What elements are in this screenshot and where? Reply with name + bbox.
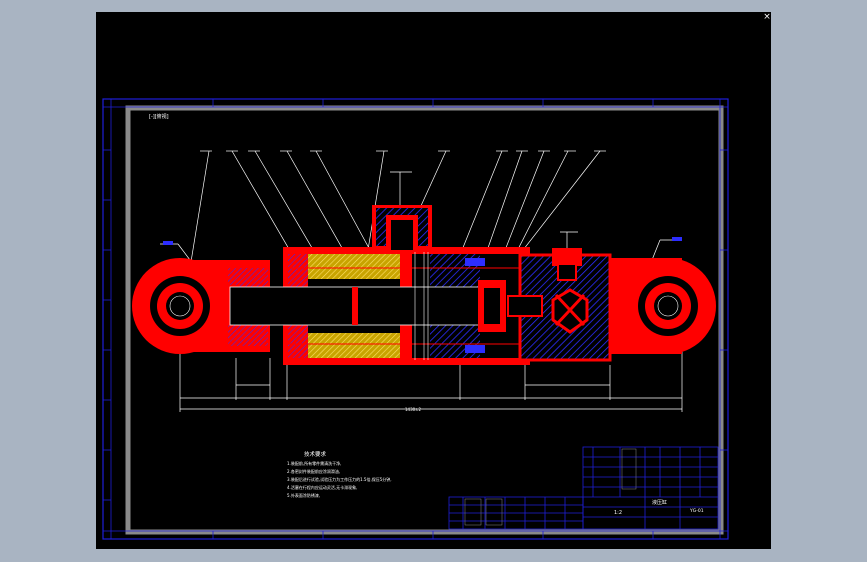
title-block-code: YG-01: [689, 508, 704, 514]
callout-tag-left: [163, 241, 173, 245]
title-block-name: 液压缸: [652, 499, 667, 506]
title-block-scale: 1:2: [614, 510, 622, 516]
tech-req-line-1: 1.装配前,所有零件需清洗干净,: [287, 460, 341, 466]
top-port-block: [372, 205, 432, 250]
overall-dimension: 1430±2: [405, 407, 422, 412]
tech-req-line-4: 4.活塞在行程内应运动灵活,无卡滞现象,: [287, 484, 357, 490]
tech-req-line-2: 2.各密封件装配前应涂润滑油,: [287, 468, 340, 474]
cad-drawing-svg: [-][俯视] 1430±2 技术要求 1.装配前,所有零件需清洗干净, 2.各…: [102, 98, 729, 540]
right-cap-eye: [600, 258, 716, 354]
cad-viewport: × [-][俯视] 1430±2 技术要求 1.装配前,所有零件需清洗干净, 2…: [0, 0, 867, 562]
tech-req-line-5: 5.外表面涂防锈漆,: [287, 492, 320, 498]
view-label: [-][俯视]: [149, 113, 169, 120]
tech-req-line-3: 3.装配后进行试验,试验压力为工作压力的1.5倍,保压5分钟,: [287, 476, 392, 482]
tech-req-title: 技术要求: [304, 450, 327, 458]
cap-end: [507, 248, 612, 362]
callout-tag-right: [672, 237, 682, 241]
